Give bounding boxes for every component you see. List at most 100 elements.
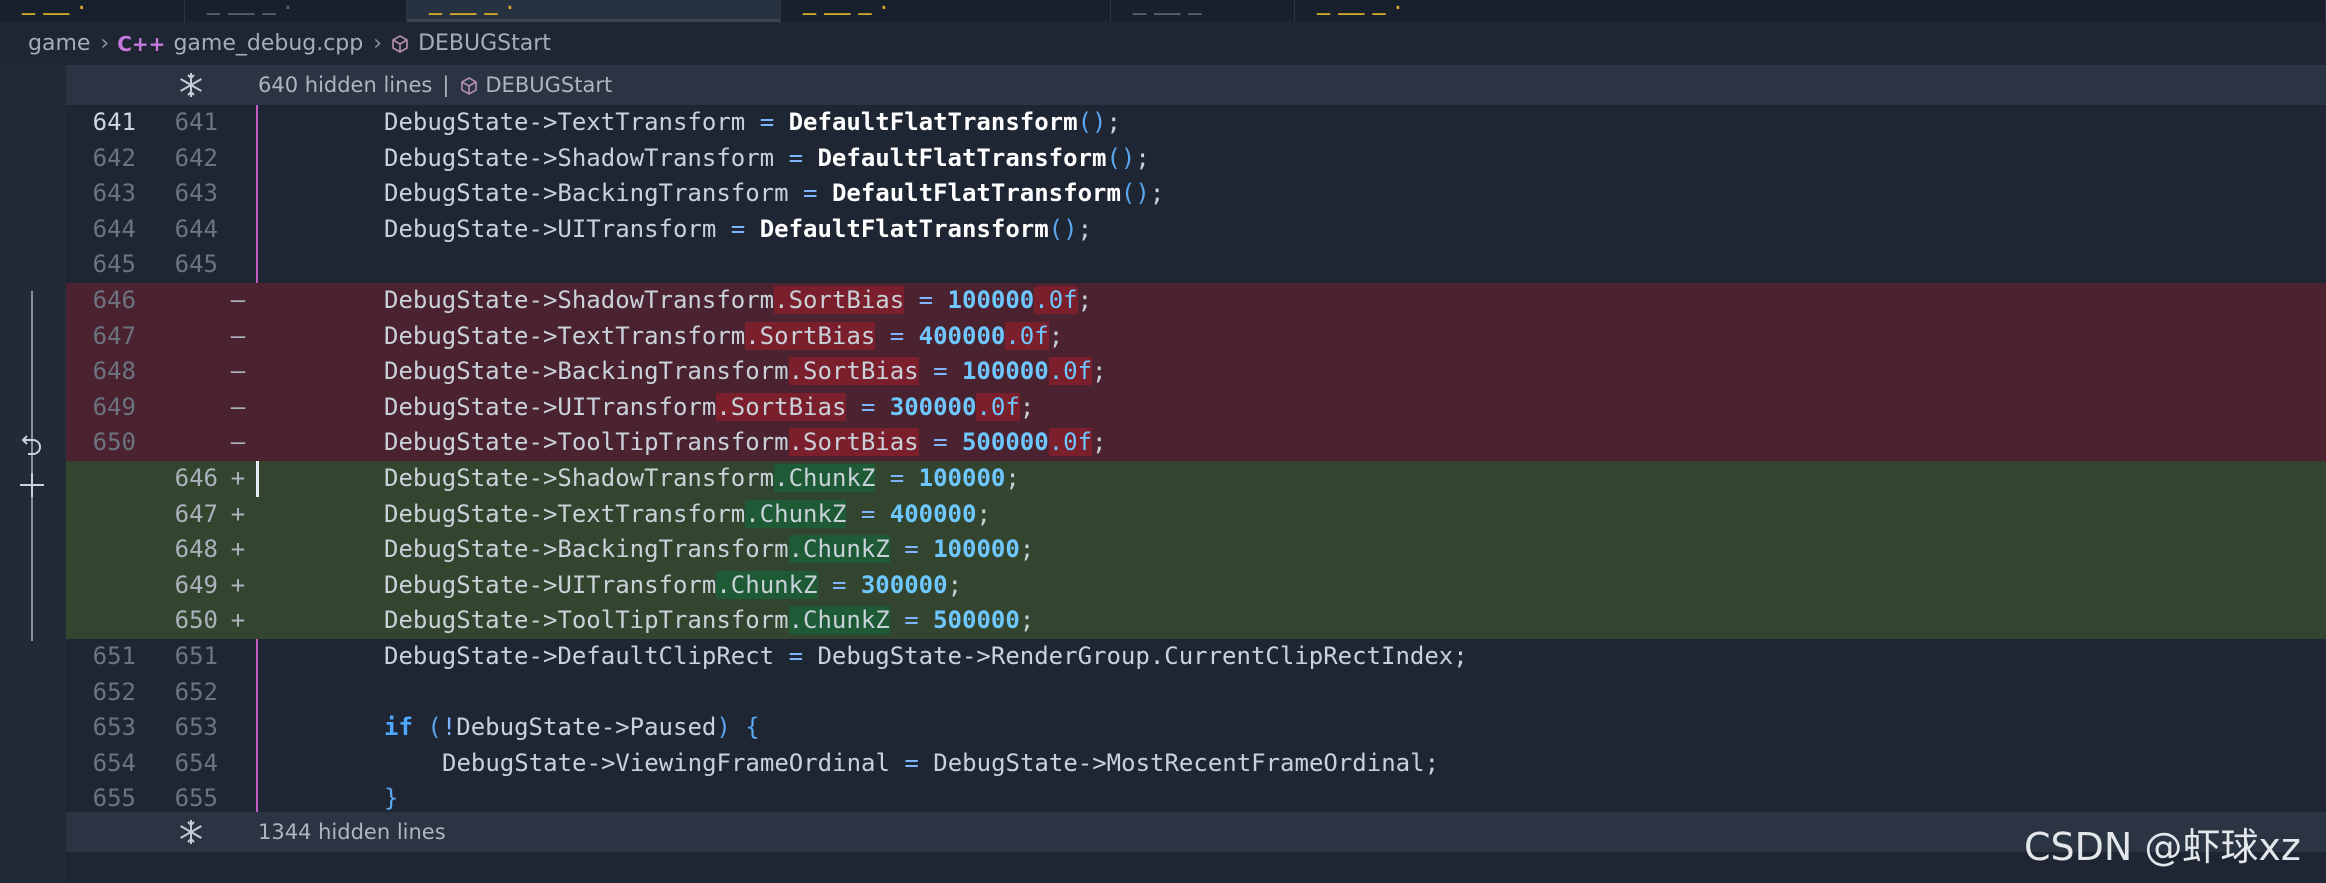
old-line-number: 654 xyxy=(92,748,136,777)
tab-1[interactable]: _ __ . xyxy=(0,0,185,22)
token-ident xyxy=(919,428,933,456)
added-line[interactable]: 646 + DebugState->ShadowTransform.ChunkZ =… xyxy=(66,460,2326,497)
code-text[interactable]: DebugState->DefaultClipRect = DebugState… xyxy=(384,639,1468,675)
change-indicator xyxy=(256,247,258,283)
old-line-number: 646 xyxy=(92,285,136,314)
tab-4[interactable]: _ __ _ . xyxy=(781,0,1111,22)
token-punct: ; xyxy=(947,570,963,599)
code-text[interactable]: DebugState->TextTransform.SortBias = 400… xyxy=(384,319,1063,355)
code-line[interactable]: 642 642 DebugState->ShadowTransform = Defa… xyxy=(66,140,2326,177)
old-line-number: 642 xyxy=(92,143,136,172)
code-line[interactable]: 651 651 DebugState->DefaultClipRect = Debu… xyxy=(66,638,2326,675)
token-paren: ( xyxy=(427,713,442,742)
stage-change-icon[interactable] xyxy=(16,469,48,501)
new-line-number: 650 xyxy=(174,606,218,635)
diff-editor[interactable]: 640 hidden lines | DEBUGStart 641 641 DebugS… xyxy=(0,65,2326,883)
token-op: = xyxy=(788,641,804,670)
change-indicator xyxy=(256,674,258,711)
breadcrumb-file[interactable]: game_debug.cpp xyxy=(173,31,363,56)
code-text[interactable]: DebugState->ToolTipTransform.ChunkZ = 50… xyxy=(384,603,1034,639)
removed-line[interactable]: 647 — DebugState->TextTransform.SortBias =… xyxy=(66,318,2326,355)
token-ident: DebugState->TextTransform xyxy=(384,321,746,350)
token-ident: .ChunkZ xyxy=(788,606,890,635)
code-text[interactable]: DebugState->BackingTransform.SortBias = … xyxy=(384,354,1107,390)
added-line[interactable]: 649 + DebugState->UITransform.ChunkZ = 300… xyxy=(66,567,2326,604)
token-num: 100000 xyxy=(933,535,1020,564)
new-line-number: 646 xyxy=(174,463,218,492)
old-line-number: 651 xyxy=(92,641,136,670)
code-text[interactable]: DebugState->ToolTipTransform.SortBias = … xyxy=(384,425,1107,461)
code-line[interactable]: 645 645 xyxy=(66,247,2326,283)
token-ident xyxy=(846,393,860,421)
code-text[interactable]: DebugState->ShadowTransform = DefaultFla… xyxy=(384,141,1150,177)
code-line[interactable]: 641 641 DebugState->TextTransform = Defaul… xyxy=(66,105,2326,141)
removed-line[interactable]: 646 — DebugState->ShadowTransform.SortBias… xyxy=(66,282,2326,319)
token-ident: DebugState->RenderGroup.CurrentClipRectI… xyxy=(803,641,1454,670)
token-ident: .ChunkZ xyxy=(788,535,890,564)
token-ident xyxy=(904,286,918,314)
token-ident: DebugState->ShadowTransform xyxy=(384,463,775,492)
token-op: = xyxy=(933,428,948,457)
token-op: = xyxy=(933,357,948,386)
code-line[interactable]: 644 644 DebugState->UITransform = DefaultF… xyxy=(66,211,2326,248)
token-ident xyxy=(933,286,947,314)
hidden-lines-top[interactable]: 640 hidden lines | DEBUGStart xyxy=(66,65,2326,105)
new-line-number: 648 xyxy=(174,535,218,564)
old-line-number: 652 xyxy=(92,677,136,706)
code-text[interactable]: DebugState->BackingTransform.ChunkZ = 10… xyxy=(384,532,1034,568)
token-ident: DebugState->UITransform xyxy=(384,392,717,421)
token-suffix: .0f xyxy=(1005,321,1049,350)
change-indicator xyxy=(256,140,258,177)
removed-line[interactable]: 649 — DebugState->UITransform.SortBias = 3… xyxy=(66,389,2326,426)
code-line[interactable]: 652 652 xyxy=(66,674,2326,711)
added-line[interactable]: 648 + DebugState->BackingTransform.ChunkZ … xyxy=(66,532,2326,568)
code-text[interactable]: DebugState->TextTransform.ChunkZ = 40000… xyxy=(384,497,991,533)
token-op: ! xyxy=(441,713,457,742)
hidden-lines-bottom[interactable]: 1344 hidden lines xyxy=(66,812,2326,852)
token-ident xyxy=(745,215,759,243)
revert-icon[interactable] xyxy=(18,431,46,459)
code-text[interactable]: DebugState->UITransform.ChunkZ = 300000; xyxy=(384,568,962,604)
tab-5[interactable]: _ __ _ xyxy=(1111,0,1295,22)
token-ident xyxy=(904,464,918,492)
tab-6[interactable]: _ __ _ . xyxy=(1295,0,2326,22)
added-line[interactable]: 650 + DebugState->ToolTipTransform.ChunkZ … xyxy=(66,603,2326,639)
tab-3[interactable]: _ __ _ . xyxy=(407,0,781,22)
plus-icon: + xyxy=(230,606,246,635)
code-text[interactable]: if (!DebugState->Paused) { xyxy=(384,710,760,746)
old-line-number: 643 xyxy=(92,179,136,208)
token-op: = xyxy=(889,463,905,492)
token-paren: } xyxy=(384,784,399,813)
old-line-number: 650 xyxy=(92,428,136,457)
old-line-number: 649 xyxy=(92,392,136,421)
code-text[interactable]: DebugState->ViewingFrameOrdinal = DebugS… xyxy=(442,746,1439,782)
code-lines[interactable]: 641 641 DebugState->TextTransform = Defaul… xyxy=(66,105,2326,817)
code-text[interactable]: DebugState->TextTransform = DefaultFlatT… xyxy=(384,105,1121,141)
token-op: = xyxy=(730,214,746,243)
code-text[interactable]: DebugState->UITransform = DefaultFlatTra… xyxy=(384,212,1092,248)
token-paren: ) xyxy=(716,713,731,742)
token-punct: ; xyxy=(1149,179,1165,208)
token-punct: ; xyxy=(1453,641,1468,670)
code-line[interactable]: 653 653 if (!DebugState->Paused) { xyxy=(66,710,2326,746)
token-ident xyxy=(875,393,889,421)
removed-line[interactable]: 648 — DebugState->BackingTransform.SortBia… xyxy=(66,354,2326,390)
removed-line[interactable]: 650 — DebugState->ToolTipTransform.SortBia… xyxy=(66,425,2326,461)
breadcrumb-folder[interactable]: game xyxy=(28,31,90,56)
token-ident xyxy=(919,606,933,634)
token-ident xyxy=(817,179,831,207)
token-punct: ; xyxy=(1005,463,1020,492)
plus-icon: + xyxy=(230,570,246,599)
new-line-number: 641 xyxy=(174,108,218,136)
breadcrumb-symbol[interactable]: DEBUGStart xyxy=(418,31,551,56)
code-text[interactable]: DebugState->ShadowTransform.ChunkZ = 100… xyxy=(384,461,1020,497)
code-line[interactable]: 643 643 DebugState->BackingTransform = Def… xyxy=(66,176,2326,212)
added-line[interactable]: 647 + DebugState->TextTransform.ChunkZ = 4… xyxy=(66,496,2326,533)
code-text[interactable]: DebugState->ShadowTransform.SortBias = 1… xyxy=(384,283,1092,319)
code-text[interactable]: DebugState->UITransform.SortBias = 30000… xyxy=(384,390,1034,426)
tab-2[interactable]: _ __ _ . xyxy=(185,0,407,22)
hidden-lines-count: 1344 hidden lines xyxy=(258,820,446,844)
code-line[interactable]: 654 654 DebugState->ViewingFrameOrdinal = … xyxy=(66,745,2326,782)
token-paren: () xyxy=(1048,214,1078,243)
code-text[interactable]: DebugState->BackingTransform = DefaultFl… xyxy=(384,176,1164,212)
